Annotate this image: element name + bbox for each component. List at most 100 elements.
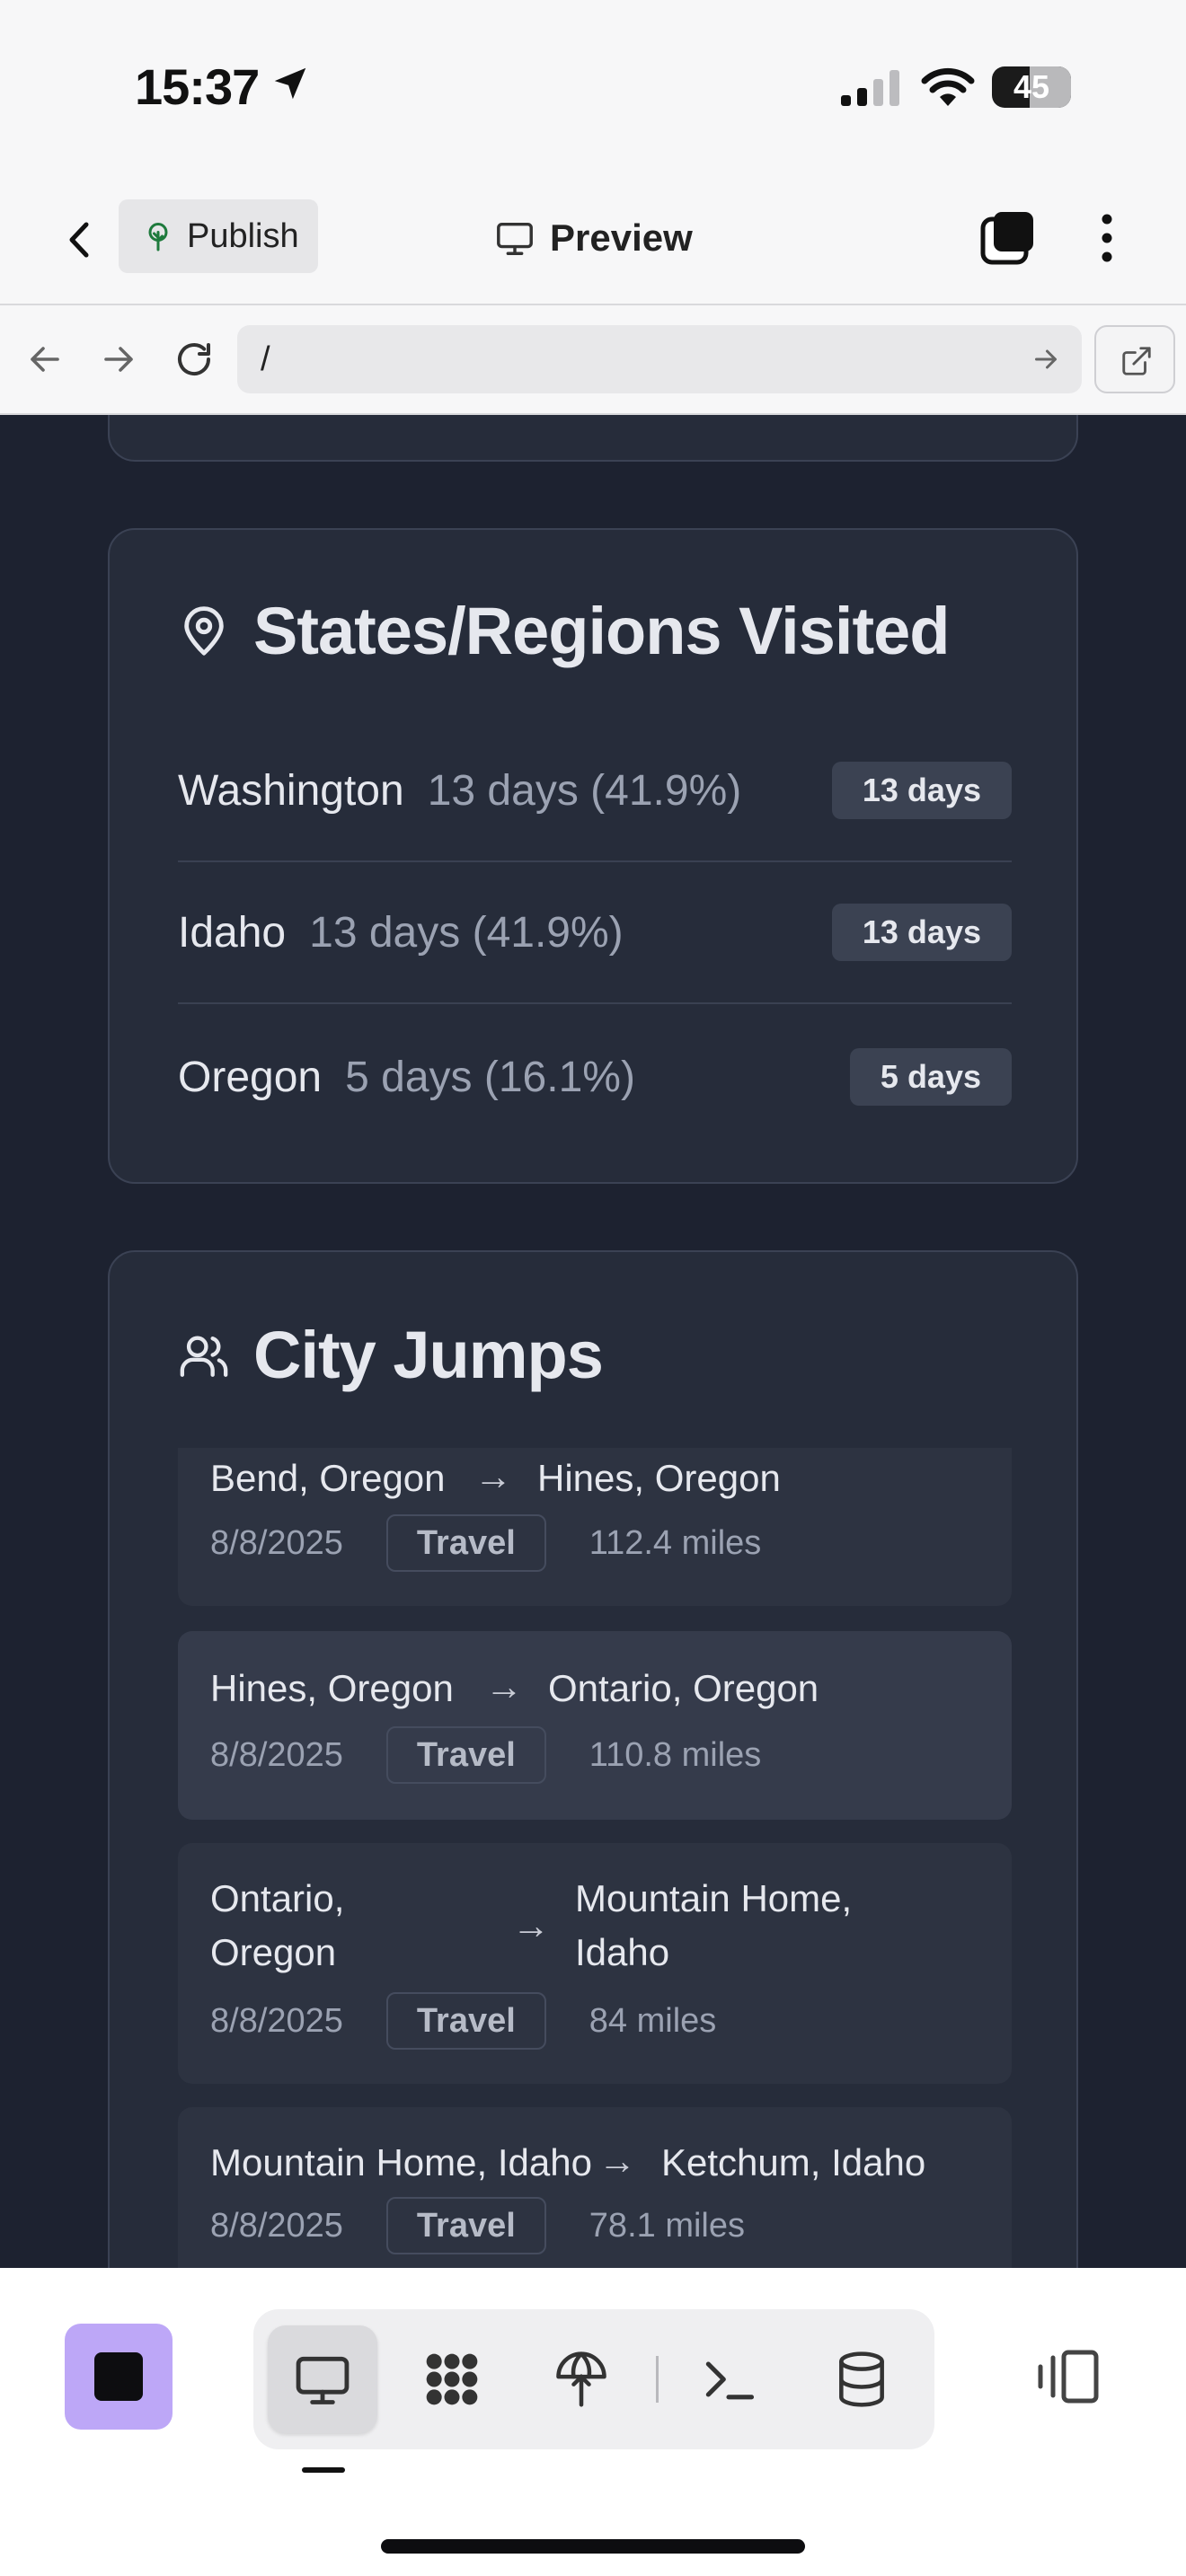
battery-level: 45	[1013, 68, 1050, 105]
shell-tab[interactable]	[674, 2325, 783, 2433]
state-days-badge: 13 days	[831, 904, 1012, 961]
jump-meta: 8/8/2025 Travel 84 miles	[210, 1992, 716, 2050]
dots-grid-icon	[426, 2353, 478, 2405]
forward-arrow-icon[interactable]	[97, 338, 140, 381]
signal-icon	[841, 70, 899, 106]
jump-to: Hines, Oregon	[537, 1457, 781, 1499]
state-detail: 13 days (41.9%)	[309, 908, 624, 957]
state-name: Oregon	[178, 1053, 323, 1101]
states-card-title: States/Regions Visited	[253, 594, 950, 668]
reload-icon[interactable]	[173, 338, 216, 381]
bottom-toolbar	[0, 2268, 1186, 2576]
map-pin-icon	[184, 605, 224, 656]
jump-tag: Travel	[385, 1992, 546, 2050]
stop-square-icon	[94, 2352, 143, 2401]
desktop-view-tab[interactable]	[268, 2325, 377, 2433]
deploy-icon	[556, 2351, 606, 2407]
active-tab-indicator	[302, 2467, 345, 2473]
jump-tag: Travel	[385, 1514, 546, 1572]
jump-meta: 8/8/2025 Travel 110.8 miles	[210, 1726, 761, 1784]
jump-meta: 8/8/2025 Travel 78.1 miles	[210, 2197, 745, 2254]
jump-to-line2: Idaho	[575, 1931, 670, 1973]
jump-arrow: →	[512, 1904, 550, 1946]
monitor-icon	[497, 222, 533, 255]
external-link-icon	[1122, 347, 1151, 375]
jump-from: Hines, Oregon	[210, 1667, 454, 1709]
state-row: Oregon 5 days (16.1%) 5 days	[178, 1006, 1012, 1148]
state-detail: 13 days (41.9%)	[427, 766, 742, 815]
jump-meta: 8/8/2025 Travel 112.4 miles	[210, 1514, 761, 1572]
status-bar: 15:37 45	[0, 0, 1186, 171]
preview-label: Preview	[550, 216, 693, 259]
preview-content[interactable]: States/Regions Visited Washington 13 day…	[0, 415, 1186, 2268]
state-detail: 5 days (16.1%)	[345, 1053, 635, 1101]
view-mode-switcher	[253, 2309, 934, 2449]
jump-arrow: →	[598, 2139, 636, 2182]
wifi-icon	[921, 67, 975, 106]
city-jumps-list[interactable]: Bend, Oregon → Hines, Oregon 8/8/2025 Tr…	[178, 1448, 1012, 2268]
battery-icon: 45	[992, 66, 1071, 108]
state-row: Washington 13 days (41.9%) 13 days	[178, 720, 1012, 862]
jump-date: 8/8/2025	[210, 1523, 343, 1562]
app-switcher-button[interactable]	[65, 2324, 173, 2430]
back-chevron-icon[interactable]	[56, 208, 101, 271]
jump-distance: 110.8 miles	[589, 1735, 762, 1774]
jump-to-line1: Mountain Home,	[575, 1877, 853, 1919]
jump-arrow: →	[485, 1665, 523, 1707]
browser-bar: /	[0, 305, 1186, 415]
database-icon	[839, 2351, 884, 2407]
city-jumps-card: City Jumps Bend, Oregon → Hines, Oregon …	[108, 1250, 1078, 2268]
tabs-icon[interactable]	[979, 208, 1039, 268]
more-vertical-icon[interactable]	[1089, 208, 1125, 268]
jump-date: 8/8/2025	[210, 2206, 343, 2245]
open-external-button[interactable]	[1094, 325, 1175, 393]
list-item[interactable]: Bend, Oregon → Hines, Oregon 8/8/2025 Tr…	[178, 1448, 1012, 1606]
list-item[interactable]: Hines, Oregon → Ontario, Oregon 8/8/2025…	[178, 1631, 1012, 1820]
home-indicator	[381, 2539, 805, 2554]
sidebar-toggle-icon[interactable]	[1033, 2349, 1102, 2404]
preview-toggle[interactable]: Preview	[494, 207, 693, 269]
jump-to: Ontario, Oregon	[548, 1667, 819, 1709]
previous-card	[108, 415, 1078, 462]
states-card-header: States/Regions Visited	[178, 593, 950, 669]
jump-arrow: →	[474, 1455, 512, 1497]
segment-divider	[656, 2356, 659, 2403]
deploy-tab[interactable]	[527, 2325, 636, 2433]
extensions-tab[interactable]	[397, 2325, 507, 2433]
jump-distance: 78.1 miles	[589, 2206, 745, 2245]
jump-from-line2: Oregon	[210, 1931, 337, 1973]
url-text: /	[261, 340, 270, 378]
state-days-badge: 5 days	[849, 1048, 1012, 1106]
city-jumps-header: City Jumps	[178, 1317, 604, 1393]
back-arrow-icon[interactable]	[23, 338, 66, 381]
state-name: Idaho	[178, 908, 287, 957]
jump-date: 8/8/2025	[210, 1735, 343, 1774]
go-arrow-icon[interactable]	[1030, 343, 1062, 375]
app-header: Publish Preview	[0, 171, 1186, 305]
state-row: Idaho 13 days (41.9%) 13 days	[178, 862, 1012, 1004]
url-input[interactable]: /	[237, 325, 1082, 393]
terminal-icon	[705, 2361, 755, 2400]
publish-button[interactable]: Publish	[119, 199, 318, 273]
state-name: Washington	[178, 766, 404, 815]
jump-from-line1: Ontario,	[210, 1877, 345, 1919]
status-time: 15:37	[135, 58, 260, 115]
jump-tag: Travel	[385, 1726, 546, 1784]
jump-distance: 112.4 miles	[589, 1523, 762, 1562]
states-card: States/Regions Visited Washington 13 day…	[108, 528, 1078, 1184]
jump-from: Mountain Home, Idaho	[210, 2141, 592, 2183]
jump-from: Bend, Oregon	[210, 1457, 446, 1499]
list-item[interactable]: Ontario, Oregon → Mountain Home, Idaho 8…	[178, 1843, 1012, 2084]
desktop-icon	[296, 2356, 350, 2404]
tree-icon	[148, 223, 168, 251]
publish-label: Publish	[187, 216, 299, 255]
database-tab[interactable]	[807, 2325, 916, 2433]
jump-to: Ketchum, Idaho	[661, 2141, 926, 2183]
jump-date: 8/8/2025	[210, 2001, 343, 2040]
list-item[interactable]: Mountain Home, Idaho → Ketchum, Idaho 8/…	[178, 2107, 1012, 2268]
jump-tag: Travel	[385, 2197, 546, 2254]
city-jumps-title: City Jumps	[253, 1318, 604, 1392]
jump-distance: 84 miles	[589, 2001, 717, 2040]
users-icon	[180, 1335, 228, 1377]
location-arrow-icon	[274, 67, 306, 100]
